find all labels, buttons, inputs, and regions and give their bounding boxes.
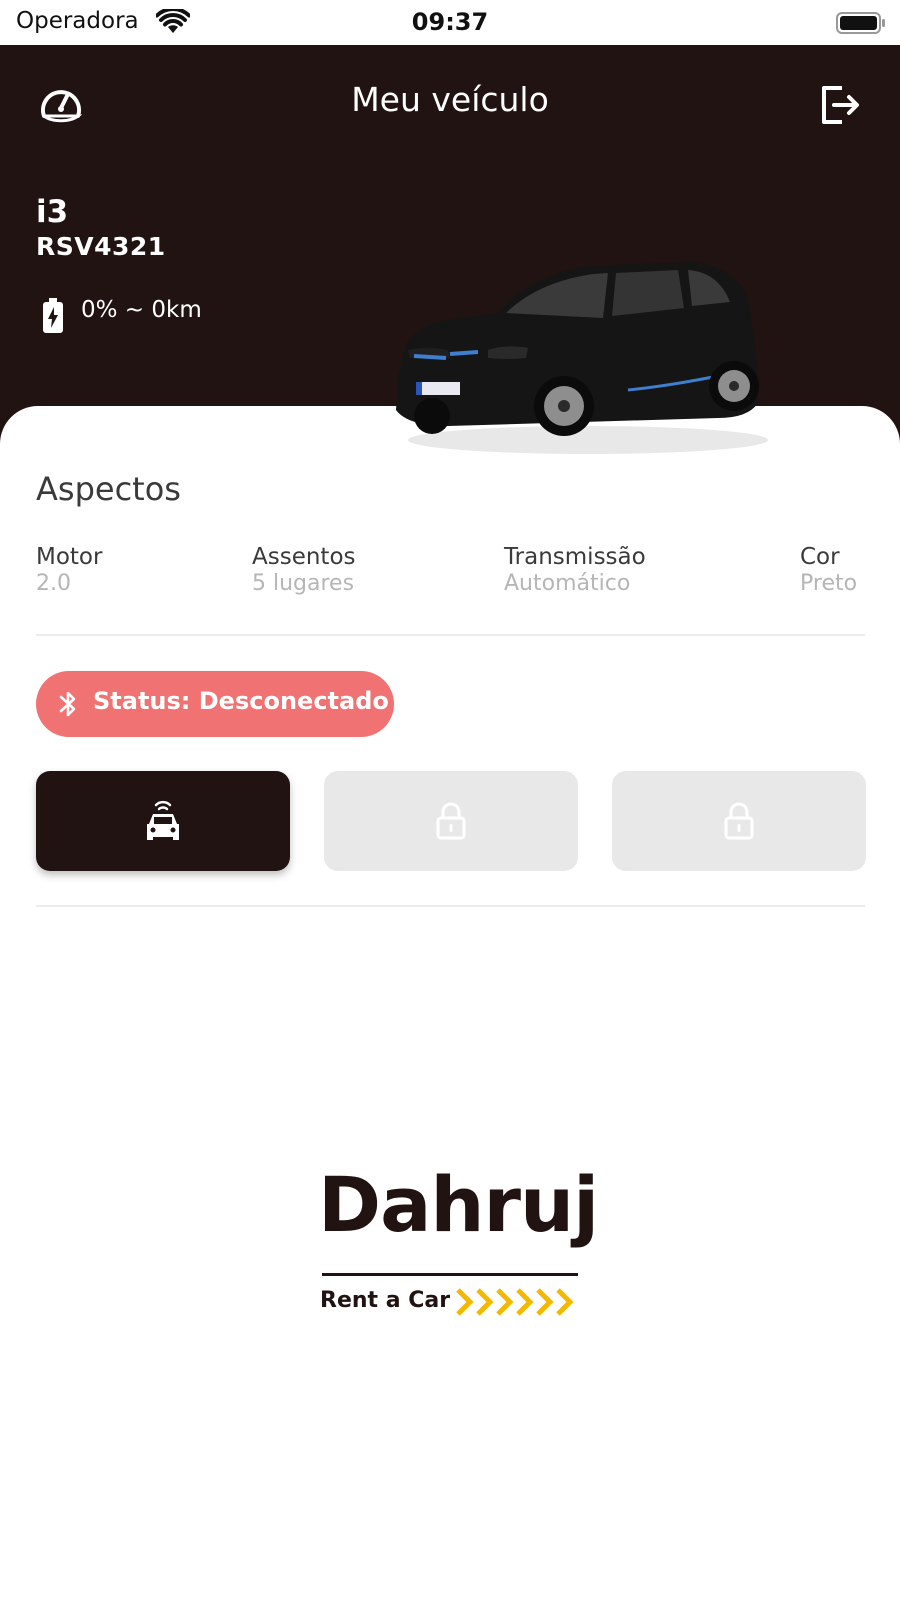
spec-value: 2.0	[36, 571, 71, 596]
battery-charging-icon	[43, 298, 63, 333]
connection-status-badge: Status: Desconectado	[36, 671, 394, 737]
lock-button[interactable]	[324, 771, 578, 871]
unlock-icon	[724, 802, 754, 840]
spec-value: Automático	[504, 571, 631, 596]
vehicle-plate: RSV4321	[36, 232, 166, 261]
car-remote-icon	[147, 800, 179, 840]
battery-icon	[836, 12, 885, 34]
status-bar: Operadora 09:37	[0, 0, 900, 45]
spec-label: Motor	[36, 544, 103, 570]
logo-underline	[322, 1273, 578, 1276]
spec-motor: Motor 2.0	[36, 544, 102, 596]
spec-label: Assentos	[252, 544, 356, 570]
divider	[36, 905, 865, 907]
vehicle-details-card	[0, 406, 900, 1598]
connection-status-text: Status: Desconectado	[93, 687, 389, 715]
page-title: Meu veículo	[351, 80, 549, 119]
battery-range: 0% ~ 0km	[81, 297, 202, 323]
unlock-button[interactable]	[612, 771, 866, 871]
brand-tagline: Rent a Car	[320, 1288, 451, 1313]
vehicle-model: i3	[36, 194, 69, 230]
aspects-heading: Aspectos	[36, 470, 181, 508]
spec-seats: Assentos 5 lugares	[252, 544, 356, 596]
car-remote-button[interactable]	[36, 771, 290, 871]
bluetooth-icon	[59, 691, 76, 717]
brand-name: Dahruj	[318, 1160, 599, 1249]
divider	[36, 634, 865, 636]
clock: 09:37	[411, 8, 489, 36]
brand-logo: Dahruj Rent a Car	[318, 1160, 599, 1320]
chevrons-icon	[456, 1288, 574, 1316]
vehicle-image	[396, 262, 768, 454]
spec-value: Preto	[800, 571, 858, 596]
spec-transmission: Transmissão Automático	[504, 544, 646, 596]
spec-value: 5 lugares	[252, 571, 355, 596]
logout-icon[interactable]	[818, 82, 862, 128]
spec-label: Cor	[800, 544, 840, 570]
spec-label: Transmissão	[504, 544, 646, 570]
lock-icon	[436, 802, 466, 840]
spec-color: Cor Preto	[800, 544, 857, 596]
